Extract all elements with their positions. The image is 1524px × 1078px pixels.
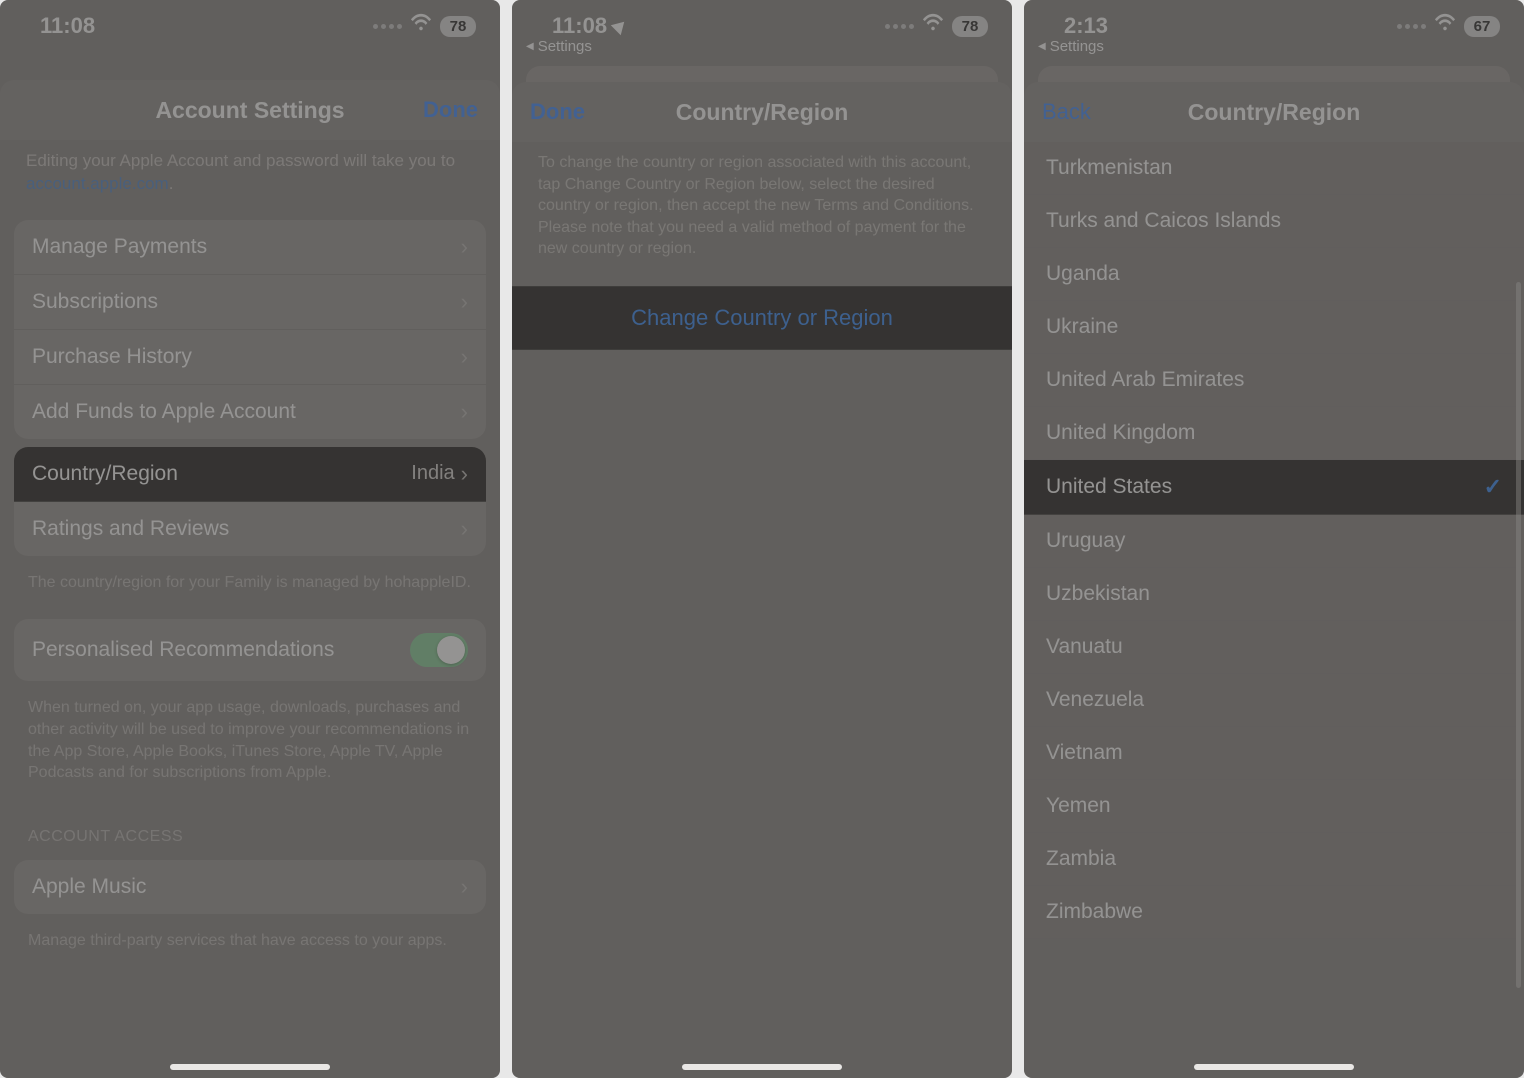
country-name: Zimbabwe bbox=[1046, 900, 1143, 924]
status-bar: 11:08 78 bbox=[0, 0, 500, 52]
wifi-icon bbox=[1434, 12, 1456, 40]
chevron-right-icon: › bbox=[461, 234, 468, 260]
location-icon bbox=[611, 17, 629, 35]
nav-bar: Done Country/Region bbox=[512, 82, 1012, 142]
ratings-reviews-row[interactable]: Ratings and Reviews› bbox=[14, 502, 486, 556]
country-row[interactable]: Uzbekistan bbox=[1024, 568, 1524, 621]
nav-bar: Back Country/Region bbox=[1024, 82, 1524, 142]
change-country-button[interactable]: Change Country or Region bbox=[512, 286, 1012, 350]
back-to-settings[interactable]: Settings bbox=[1038, 38, 1104, 55]
nav-title: Country/Region bbox=[1188, 99, 1361, 126]
country-row[interactable]: Uganda bbox=[1024, 248, 1524, 301]
family-footer: The country/region for your Family is ma… bbox=[0, 564, 500, 612]
scroll-indicator[interactable] bbox=[1516, 282, 1521, 988]
background-card bbox=[1038, 66, 1510, 82]
country-row[interactable]: United States ✓ bbox=[1024, 460, 1524, 515]
country-row[interactable]: Vanuatu bbox=[1024, 621, 1524, 674]
account-access-header: ACCOUNT ACCESS bbox=[0, 802, 500, 852]
country-row[interactable]: Turks and Caicos Islands bbox=[1024, 195, 1524, 248]
nav-bar: Account Settings Done bbox=[0, 80, 500, 140]
account-link[interactable]: account.apple.com bbox=[26, 174, 169, 193]
cellular-icon bbox=[1397, 24, 1426, 29]
status-time: 11:08 bbox=[552, 13, 607, 39]
manage-payments-row[interactable]: Manage Payments› bbox=[14, 220, 486, 275]
country-row[interactable]: United Kingdom bbox=[1024, 407, 1524, 460]
country-name: Turkmenistan bbox=[1046, 156, 1172, 180]
country-region-row[interactable]: Country/Region India › bbox=[14, 447, 486, 502]
region-group: Country/Region India › Ratings and Revie… bbox=[14, 447, 486, 556]
nav-title: Country/Region bbox=[676, 99, 849, 126]
country-row[interactable]: Zimbabwe bbox=[1024, 886, 1524, 939]
country-row[interactable]: United Arab Emirates bbox=[1024, 354, 1524, 407]
chevron-right-icon: › bbox=[461, 289, 468, 315]
background-card bbox=[526, 66, 998, 82]
country-name: United States bbox=[1046, 475, 1172, 499]
country-row[interactable]: Venezuela bbox=[1024, 674, 1524, 727]
screen-country-region-info: 11:08 78 Settings Done Country/Region To… bbox=[512, 0, 1012, 1078]
battery-indicator: 78 bbox=[952, 16, 988, 37]
chevron-right-icon: › bbox=[461, 461, 468, 487]
country-name: Ukraine bbox=[1046, 315, 1118, 339]
apple-music-footer: Manage third-party services that have ac… bbox=[0, 922, 500, 970]
nav-title: Account Settings bbox=[155, 97, 344, 124]
country-name: Venezuela bbox=[1046, 688, 1144, 712]
chevron-right-icon: › bbox=[461, 344, 468, 370]
cellular-icon bbox=[373, 24, 402, 29]
country-list[interactable]: Turkmenistan Turks and Caicos Islands Ugan… bbox=[1024, 142, 1524, 939]
country-row[interactable]: Ukraine bbox=[1024, 301, 1524, 354]
home-indicator[interactable] bbox=[170, 1064, 330, 1070]
payments-group: Manage Payments› Subscriptions› Purchase… bbox=[14, 220, 486, 439]
wifi-icon bbox=[410, 12, 432, 40]
done-button[interactable]: Done bbox=[423, 97, 478, 123]
country-name: Uruguay bbox=[1046, 529, 1125, 553]
country-name: United Arab Emirates bbox=[1046, 368, 1244, 392]
personalised-footer: When turned on, your app usage, download… bbox=[0, 689, 500, 801]
chevron-right-icon: › bbox=[461, 516, 468, 542]
country-name: Uganda bbox=[1046, 262, 1120, 286]
country-value: India bbox=[411, 462, 454, 485]
screen-account-settings: 11:08 78 Account Settings Done Editing y… bbox=[0, 0, 500, 1078]
toggle-switch[interactable] bbox=[410, 633, 468, 667]
battery-indicator: 78 bbox=[440, 16, 476, 37]
check-icon: ✓ bbox=[1484, 474, 1502, 500]
country-name: Uzbekistan bbox=[1046, 582, 1150, 606]
personalised-recommendations-row[interactable]: Personalised Recommendations bbox=[14, 619, 486, 681]
back-button[interactable]: Back bbox=[1042, 99, 1091, 125]
home-indicator[interactable] bbox=[682, 1064, 842, 1070]
change-region-description: To change the country or region associat… bbox=[512, 142, 1012, 276]
done-button[interactable]: Done bbox=[530, 99, 585, 125]
country-name: Yemen bbox=[1046, 794, 1111, 818]
country-row[interactable]: Turkmenistan bbox=[1024, 142, 1524, 195]
country-row[interactable]: Zambia bbox=[1024, 833, 1524, 886]
wifi-icon bbox=[922, 12, 944, 40]
country-row[interactable]: Uruguay bbox=[1024, 515, 1524, 568]
account-info-text: Editing your Apple Account and password … bbox=[0, 140, 500, 212]
chevron-right-icon: › bbox=[461, 399, 468, 425]
country-row[interactable]: Yemen bbox=[1024, 780, 1524, 833]
back-to-settings[interactable]: Settings bbox=[526, 38, 592, 55]
apple-music-row[interactable]: Apple Music› bbox=[14, 860, 486, 914]
account-access-group: Apple Music› bbox=[14, 860, 486, 914]
cellular-icon bbox=[885, 24, 914, 29]
battery-indicator: 67 bbox=[1464, 16, 1500, 37]
purchase-history-row[interactable]: Purchase History› bbox=[14, 330, 486, 385]
country-name: Turks and Caicos Islands bbox=[1046, 209, 1281, 233]
add-funds-row[interactable]: Add Funds to Apple Account› bbox=[14, 385, 486, 439]
status-time: 2:13 bbox=[1064, 13, 1108, 39]
country-name: United Kingdom bbox=[1046, 421, 1195, 445]
home-indicator[interactable] bbox=[1194, 1064, 1354, 1070]
country-name: Zambia bbox=[1046, 847, 1116, 871]
screen-country-list: 2:13 67 Settings Back Country/Region Tur… bbox=[1024, 0, 1524, 1078]
country-row[interactable]: Vietnam bbox=[1024, 727, 1524, 780]
chevron-right-icon: › bbox=[461, 874, 468, 900]
country-name: Vanuatu bbox=[1046, 635, 1123, 659]
status-time: 11:08 bbox=[40, 13, 95, 39]
subscriptions-row[interactable]: Subscriptions› bbox=[14, 275, 486, 330]
country-name: Vietnam bbox=[1046, 741, 1123, 765]
